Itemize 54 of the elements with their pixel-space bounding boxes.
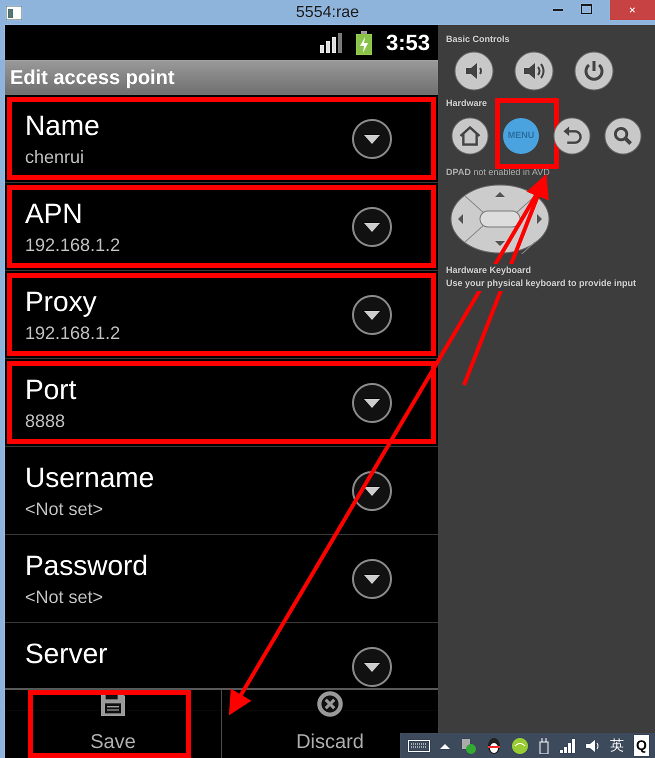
setting-label: Server [25,636,108,670]
power-icon[interactable] [574,50,614,90]
setting-label: Port [25,372,78,406]
power-plug-icon[interactable] [538,738,550,754]
setting-value: 192.168.1.2 [25,234,122,256]
setting-row[interactable]: Password <Not set> [5,535,438,623]
dropdown-icon[interactable] [351,382,393,424]
setting-value: <Not set> [25,498,104,520]
caret-up-icon[interactable] [440,742,450,748]
setting-row[interactable]: APN 192.168.1.2 [5,183,438,271]
dropdown-icon[interactable] [351,118,393,160]
house-icon[interactable] [451,117,489,155]
section-title: Basic Controls [446,33,511,46]
setting-value: 192.168.1.2 [25,322,122,344]
clock: 3:53 [386,29,430,57]
app-icon [6,6,22,20]
section-title: Hardware [446,96,488,110]
keyboard-title: Hardware Keyboard [446,264,532,277]
setting-row[interactable]: Username <Not set> [5,447,438,535]
dropdown-icon[interactable] [351,206,393,248]
setting-label: Username [25,460,156,494]
speaker-loud-icon[interactable] [514,50,554,90]
keyboard-note: Use your physical keyboard to provide input [446,277,636,290]
dropdown-icon[interactable] [351,294,393,336]
setting-value: chenrui [25,146,86,168]
keyboard-icon[interactable] [408,740,430,752]
setting-row[interactable]: Proxy 192.168.1.2 [5,271,438,359]
speaker-low-icon[interactable] [454,50,494,90]
globe-icon[interactable] [512,738,528,754]
dropdown-icon[interactable] [351,646,393,688]
setting-row[interactable]: Name chenrui [5,95,438,183]
setting-label: APN [25,196,84,230]
shield-check-icon[interactable] [460,738,476,754]
speaker-icon[interactable] [586,738,600,752]
setting-label: Proxy [25,284,98,319]
search-icon[interactable] [604,117,642,155]
search-text[interactable]: Q [634,735,649,756]
input-language[interactable]: 英 [610,735,624,756]
maximize-icon[interactable] [581,4,592,14]
setting-label: Password [25,548,149,582]
window-title: 5554:rae [294,2,360,22]
setting-label: Name [25,108,101,142]
setting-value: <Not set> [25,586,104,608]
signal-icon [320,32,342,52]
dpad-note: DPAD not enabled in AVD [446,166,551,179]
setting-value: 8888 [25,410,66,432]
screen-title: Edit access point [10,66,174,90]
battery-charging-icon [356,30,372,54]
signal-icon[interactable] [560,738,576,752]
penguin-icon[interactable] [486,738,502,754]
minimize-icon[interactable] [553,9,563,12]
dropdown-icon[interactable] [351,470,393,512]
dropdown-icon[interactable] [351,558,393,600]
setting-row[interactable]: Port 8888 [5,359,438,447]
